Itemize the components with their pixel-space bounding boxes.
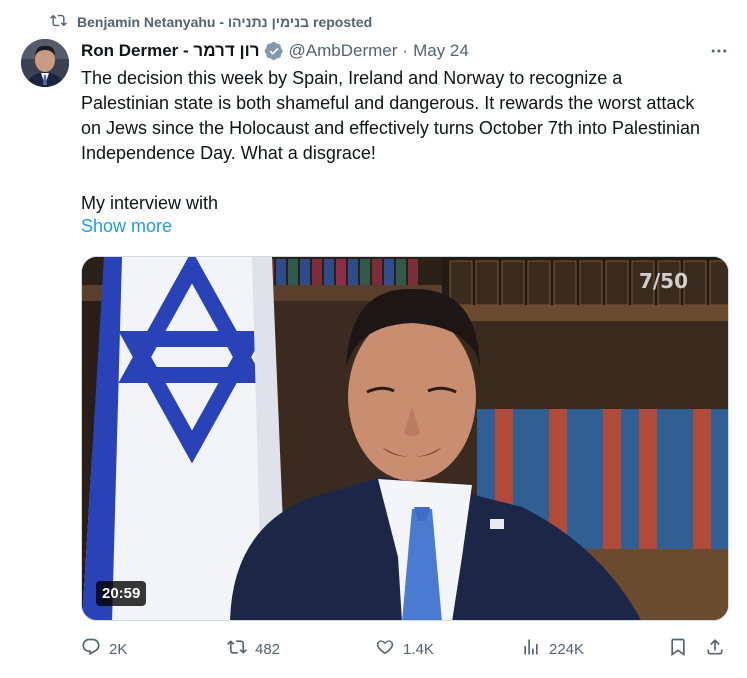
share-button[interactable]	[705, 636, 725, 662]
like-button[interactable]: 1.4K	[375, 636, 434, 662]
repost-icon	[50, 12, 67, 32]
tweet-actions: 2K 482 1.4K 224K	[81, 636, 731, 664]
video-player[interactable]: 7/50 20:59	[81, 256, 729, 621]
separator-dot: ·	[402, 41, 409, 60]
verified-icon[interactable]	[264, 41, 284, 61]
author-handle[interactable]: @AmbDermer	[289, 41, 398, 61]
avatar[interactable]	[21, 39, 69, 87]
views-icon	[521, 637, 541, 661]
repost-icon	[227, 637, 247, 661]
bookmark-icon	[668, 637, 688, 661]
video-duration: 20:59	[96, 581, 147, 606]
tweet-header: Ron Dermer - רון דרמר @AmbDermer · May 2…	[81, 39, 731, 63]
repost-button[interactable]: 482	[227, 636, 280, 662]
tweet-paragraph: My interview with	[81, 193, 219, 213]
channel-logo: 7/50	[638, 269, 688, 293]
like-count: 1.4K	[403, 640, 434, 658]
bookmark-button[interactable]	[668, 636, 688, 662]
like-icon	[375, 637, 395, 661]
tweet-paragraph: The decision this week by Spain, Ireland…	[81, 68, 701, 163]
reply-icon	[81, 637, 101, 661]
views-button[interactable]: 224K	[521, 636, 584, 662]
show-more-link[interactable]: Show more	[81, 216, 172, 237]
author-name[interactable]: Ron Dermer - רון דרמר	[81, 41, 260, 61]
more-icon[interactable]	[707, 39, 731, 63]
tweet-text: The decision this week by Spain, Ireland…	[81, 66, 711, 216]
share-icon	[705, 637, 725, 661]
repost-text: Benjamin Netanyahu - בנימין נתניהו repos…	[77, 14, 373, 30]
repost-count: 482	[255, 640, 281, 658]
tweet-date[interactable]: May 24	[413, 41, 469, 61]
repost-indicator[interactable]: Benjamin Netanyahu - בנימין נתניהו repos…	[50, 12, 372, 32]
views-count: 224K	[549, 640, 585, 658]
reply-button[interactable]: 2K	[81, 636, 127, 662]
reply-count: 2K	[109, 640, 128, 658]
video-thumbnail	[82, 257, 728, 620]
